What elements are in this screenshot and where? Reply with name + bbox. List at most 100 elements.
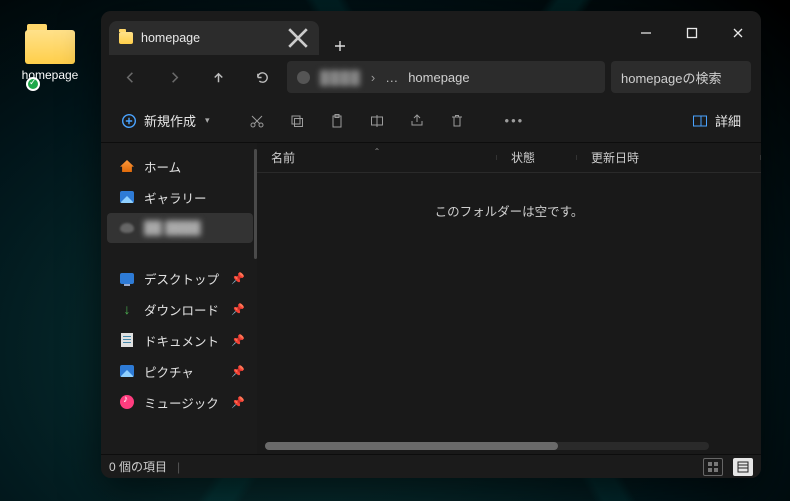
pin-icon: 📌	[231, 396, 245, 409]
breadcrumb-current[interactable]: homepage	[408, 70, 469, 85]
chevron-down-icon: ▾	[205, 115, 210, 126]
folder-icon	[25, 24, 75, 64]
plus-icon	[333, 39, 347, 53]
sidebar-item-label: ピクチャ	[144, 362, 194, 381]
cloud-icon	[119, 220, 135, 236]
pictures-icon	[119, 363, 135, 379]
nav-back-button[interactable]	[111, 61, 149, 93]
grid-icon	[707, 461, 719, 473]
pin-icon: 📌	[231, 334, 245, 347]
location-icon	[297, 71, 310, 84]
nav-up-button[interactable]	[199, 61, 237, 93]
sidebar-item-music[interactable]: ミュージック 📌	[107, 387, 253, 417]
column-header-modified[interactable]: 更新日時	[577, 149, 761, 166]
clipboard-icon	[329, 113, 345, 129]
toolbar: 新規作成 ▾ ••• 詳細	[101, 99, 761, 143]
desktop-folder-label: homepage	[12, 68, 88, 82]
arrow-left-icon	[123, 70, 138, 85]
new-tab-button[interactable]	[323, 39, 357, 53]
cut-button[interactable]	[240, 105, 274, 137]
window-controls	[623, 11, 761, 55]
column-header-state[interactable]: 状態	[497, 149, 577, 166]
sort-indicator-icon: ⌃	[374, 147, 381, 156]
sidebar-item-documents[interactable]: ドキュメント 📌	[107, 325, 253, 355]
copy-icon	[289, 113, 305, 129]
plus-circle-icon	[121, 113, 137, 129]
close-icon	[287, 27, 309, 49]
column-header-label: 更新日時	[591, 151, 639, 165]
share-icon	[409, 113, 425, 129]
content-pane: ⌃ 名前 状態 更新日時 このフォルダーは空です。	[257, 143, 761, 454]
breadcrumb[interactable]: ████ › … homepage	[287, 61, 605, 93]
details-pane-label: 詳細	[715, 111, 741, 130]
explorer-body: ホーム ギャラリー ██ ████ デスクトップ 📌 ↓ ダウンロード 📌	[101, 143, 761, 454]
scrollbar-thumb[interactable]	[265, 442, 558, 450]
tab-strip: homepage	[101, 11, 623, 55]
paste-button[interactable]	[320, 105, 354, 137]
folder-icon	[119, 32, 133, 44]
pin-icon: 📌	[231, 272, 245, 285]
document-icon	[119, 332, 135, 348]
sidebar-item-label: ミュージック	[144, 393, 219, 412]
sidebar-item-obscured[interactable]: ██ ████	[107, 213, 253, 243]
scissors-icon	[249, 113, 265, 129]
tab-label: homepage	[141, 31, 200, 45]
view-details-button[interactable]	[733, 458, 753, 476]
tab-close-button[interactable]	[287, 27, 309, 49]
sidebar-item-gallery[interactable]: ギャラリー	[107, 182, 253, 212]
sidebar-item-desktop[interactable]: デスクトップ 📌	[107, 263, 253, 293]
sidebar-item-label: デスクトップ	[144, 269, 219, 288]
sidebar-item-label: ギャラリー	[144, 188, 207, 207]
maximize-button[interactable]	[669, 11, 715, 55]
gallery-icon	[119, 189, 135, 205]
breadcrumb-segment-obscured: ████	[320, 70, 361, 85]
list-icon	[737, 461, 749, 473]
sidebar-item-label: ダウンロード	[144, 300, 219, 319]
more-button[interactable]: •••	[496, 105, 534, 137]
nav-forward-button[interactable]	[155, 61, 193, 93]
home-icon	[119, 158, 135, 174]
desktop-folder-homepage[interactable]: homepage	[12, 24, 88, 82]
empty-folder-message: このフォルダーは空です。	[257, 173, 761, 454]
music-icon	[119, 394, 135, 410]
arrow-right-icon	[167, 70, 182, 85]
close-icon	[732, 27, 744, 39]
status-divider: |	[177, 460, 180, 474]
new-button[interactable]: 新規作成 ▾	[111, 105, 220, 137]
sidebar-item-label: ██ ████	[144, 221, 201, 235]
column-header-label: 名前	[271, 151, 295, 165]
rename-icon	[369, 113, 385, 129]
status-item-count: 0 個の項目	[109, 458, 167, 475]
search-input[interactable]: homepageの検索	[611, 61, 751, 93]
close-window-button[interactable]	[715, 11, 761, 55]
column-header-name[interactable]: ⌃ 名前	[257, 149, 497, 166]
copy-button[interactable]	[280, 105, 314, 137]
arrow-up-icon	[211, 70, 226, 85]
address-bar-row: ████ › … homepage homepageの検索	[101, 55, 761, 99]
ellipsis-icon[interactable]: …	[385, 70, 398, 85]
sidebar-item-downloads[interactable]: ↓ ダウンロード 📌	[107, 294, 253, 324]
column-headers: ⌃ 名前 状態 更新日時	[257, 143, 761, 173]
delete-button[interactable]	[440, 105, 474, 137]
sidebar-item-label: ホーム	[144, 157, 181, 176]
details-pane-button[interactable]: 詳細	[682, 105, 751, 137]
horizontal-scrollbar[interactable]	[265, 442, 709, 450]
new-button-label: 新規作成	[144, 111, 196, 130]
details-pane-icon	[692, 113, 708, 129]
refresh-button[interactable]	[243, 61, 281, 93]
rename-button[interactable]	[360, 105, 394, 137]
sidebar-item-label: ドキュメント	[144, 331, 219, 350]
pin-icon: 📌	[231, 365, 245, 378]
share-button[interactable]	[400, 105, 434, 137]
search-placeholder: homepageの検索	[621, 68, 721, 87]
maximize-icon	[686, 27, 698, 39]
view-thumbnails-button[interactable]	[703, 458, 723, 476]
status-bar: 0 個の項目 |	[101, 454, 761, 478]
sidebar-item-pictures[interactable]: ピクチャ 📌	[107, 356, 253, 386]
download-icon: ↓	[119, 301, 135, 317]
sidebar-item-home[interactable]: ホーム	[107, 151, 253, 181]
tab-homepage[interactable]: homepage	[109, 21, 319, 55]
minimize-icon	[640, 27, 652, 39]
minimize-button[interactable]	[623, 11, 669, 55]
trash-icon	[449, 113, 465, 129]
